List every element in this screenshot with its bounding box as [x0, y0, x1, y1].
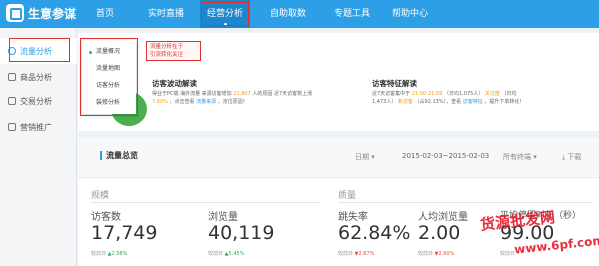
sidebar: 流量分析 商品分析 交易分析 营销推广	[0, 28, 77, 266]
feature-text-e: 1,473人）	[372, 99, 397, 105]
wave-text-c: ，点击查看	[169, 99, 195, 105]
highlight-nav-box	[201, 2, 249, 26]
date-label: 日期 ▾	[355, 153, 375, 161]
sidebar-item-marketing[interactable]: 营销推广	[0, 114, 77, 140]
metric-cmp-pageviews: 较前日 ▲5.45%	[208, 250, 244, 257]
feature-time: 21:00-21:59	[411, 91, 443, 97]
cmp-label: 较前日	[338, 251, 354, 257]
download-icon: ⤓	[562, 153, 566, 161]
cmp-change: 2.58%	[111, 251, 128, 257]
metric-cmp-avg-stay: 较前日	[500, 250, 515, 257]
top-nav-bar: 生意参谋 首页 实时直播 经营分析 自助取数 专题工具 帮助中心	[0, 0, 599, 28]
app-name: 生意参谋	[28, 6, 77, 21]
metric-value-pageviews: 40,119	[208, 222, 275, 244]
feature-text-b: （日均1,075人）	[444, 91, 484, 97]
app-logo[interactable]: 生意参谋	[6, 4, 76, 22]
nav-realtime[interactable]: 实时直播	[136, 0, 196, 28]
nav-tools[interactable]: 专题工具	[322, 0, 382, 28]
metric-value-visitors: 17,749	[91, 222, 158, 244]
cart-icon	[8, 97, 16, 105]
cmp-label: 较前日	[500, 251, 516, 257]
wave-text-a: 得业于PC端 海外流量 来源访客增加	[152, 91, 232, 97]
feature-text-f: （占92.13%），查看	[414, 99, 462, 105]
callout-line-1: 流量分析在于	[150, 44, 184, 50]
metric-cmp-pv-per-visitor: 较前日 ▼2.60%	[418, 250, 454, 257]
annotation-callout: 流量分析在于 引流转化关注	[146, 41, 201, 61]
metric-value-bounce: 62.84%	[338, 222, 411, 244]
cmp-label: 较前日	[91, 251, 107, 257]
highlight-sidebar-box	[9, 38, 70, 62]
visitor-wave-title: 访客波动解读	[152, 79, 197, 88]
metric-label-pageviews: 浏览量	[208, 212, 238, 223]
download-label: 下载	[567, 153, 582, 161]
sidebar-item-trade[interactable]: 交易分析	[0, 88, 77, 114]
cmp-change: 5.45%	[228, 251, 245, 257]
sidebar-item-label: 交易分析	[20, 96, 52, 106]
wave-text-d: ，定位原因！	[217, 99, 248, 105]
terminal-select[interactable]: 所有终端 ▾	[503, 152, 537, 162]
megaphone-icon	[8, 123, 16, 131]
feature-text-a: 近7天访客集中于	[372, 91, 411, 97]
visitor-feature-title: 访客特征解读	[372, 79, 417, 88]
date-label-text: 日期	[355, 153, 369, 161]
wave-text-b: 人的原因 近7天访客数上涨	[252, 91, 313, 97]
cmp-change: 2.60%	[438, 251, 455, 257]
feature-new-visitors: 新访客	[397, 99, 413, 105]
group-scale: 规模	[91, 191, 110, 201]
nav-self-service[interactable]: 自助取数	[258, 0, 318, 28]
sidebar-item-label: 营销推广	[20, 122, 52, 132]
nav-help[interactable]: 帮助中心	[380, 0, 440, 28]
terminal-select-text: 所有终端	[503, 153, 531, 161]
metric-label-bounce: 跳失率	[338, 212, 368, 223]
sidebar-item-label: 商品分析	[20, 72, 52, 82]
wave-percent: 7.60%	[152, 99, 168, 105]
visitor-feature-text: 近7天访客集中于 21:00-21:59 （日均1,075人） 关注度 （日均 …	[372, 90, 597, 106]
metric-label-pv-per-visitor: 人均浏览量	[418, 212, 468, 223]
group-quality: 质量	[338, 191, 357, 201]
overview-title: 流量总览	[100, 151, 138, 160]
feature-text-d: （日均	[501, 91, 517, 97]
metric-cmp-bounce: 较前日 ▼2.67%	[338, 250, 374, 257]
cmp-label: 较前日	[418, 251, 434, 257]
cmp-change: 2.67%	[358, 251, 375, 257]
sidebar-item-products[interactable]: 商品分析	[0, 64, 77, 90]
metric-value-pv-per-visitor: 2.00	[418, 222, 461, 244]
divider-quality	[338, 202, 593, 203]
visitor-wave-text: 得业于PC端 海外流量 来源访客增加 21.807 人的原因 近7天访客数上涨 …	[152, 90, 352, 106]
logo-icon	[6, 4, 24, 22]
cmp-label: 较前日	[208, 251, 224, 257]
feature-text-g: ，提升下单转化！	[484, 99, 525, 105]
traffic-source-link[interactable]: 流量来源	[196, 99, 216, 105]
feature-text-c: 关注度	[484, 91, 500, 97]
metric-label-visitors: 访客数	[91, 212, 121, 223]
visitor-feature-link[interactable]: 访客特征	[463, 99, 483, 105]
metric-cmp-visitors: 较前日 ▲2.58%	[91, 250, 127, 257]
divider-scale	[91, 202, 321, 203]
wave-number: 21.807	[233, 91, 251, 97]
highlight-submenu-box	[80, 38, 138, 116]
nav-home[interactable]: 首页	[82, 0, 128, 28]
date-range[interactable]: 2015-02-03~2015-02-03	[402, 152, 489, 160]
callout-line-2: 引流转化关注	[150, 52, 184, 58]
download-button[interactable]: ⤓ 下载	[562, 152, 581, 162]
box-icon	[8, 73, 16, 81]
